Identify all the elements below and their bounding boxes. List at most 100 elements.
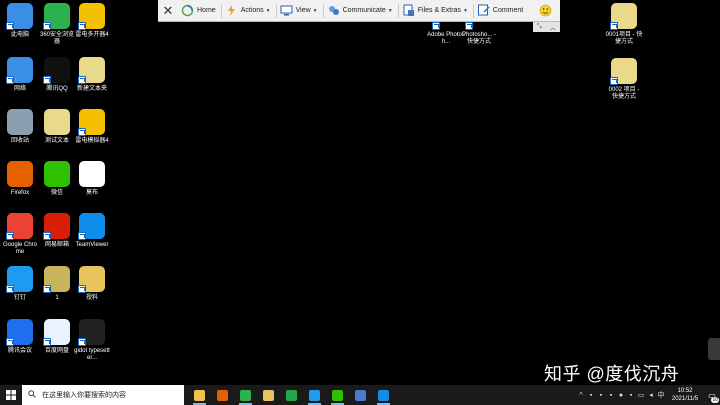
toolbar-view-menu[interactable]: View ▼ (277, 0, 323, 22)
firefox-icon (217, 389, 228, 401)
desktop-icon[interactable]: 钉钉 (1, 266, 39, 302)
tencent-meeting-icon (6, 319, 33, 346)
shortcut-arrow-icon (78, 76, 86, 84)
desktop-icon-label: 授料 (85, 295, 98, 301)
desktop-icon-label: 钉钉 (13, 295, 26, 301)
desktop-icon-label: 莫布 (85, 190, 98, 196)
chevron-up-icon[interactable]: ^ (576, 392, 586, 399)
desktop-icon[interactable]: 腾讯会议 (1, 319, 39, 355)
toolbar-files-extras-label: Files & Extras (417, 7, 461, 14)
gidot-typesetter-icon (78, 319, 105, 346)
desktop-icon[interactable]: 0001项目 - 快捷方式 (605, 3, 643, 46)
tray-app-icon[interactable]: ▪ (606, 392, 616, 399)
desktop-icon[interactable]: 回收站 (1, 109, 39, 145)
toolbar-collapse-tab[interactable]: ⤡ ︿ (533, 22, 560, 32)
tray-app-icon[interactable]: ▪ (586, 392, 596, 399)
desktop-icon[interactable]: 测试文本 (38, 109, 76, 145)
desktop-icon[interactable]: gidot typesetter... (73, 319, 111, 362)
windows-logo-icon (6, 390, 16, 400)
baidu-netdisk-icon (43, 319, 70, 346)
desktop-icon-label: 微信 (50, 190, 63, 196)
desktop-icon-label: 网易邮箱 (44, 242, 69, 248)
desktop-icon-label: 腾讯会议 (7, 348, 32, 354)
desktop-icon[interactable]: 新建文本夹 (73, 57, 111, 93)
notification-count: 10 (711, 397, 719, 403)
resize-icon[interactable]: ⤡ (537, 24, 542, 31)
start-button[interactable] (0, 385, 22, 405)
desktop-icon[interactable]: 腾讯QQ (38, 57, 76, 93)
shortcut-arrow-icon (43, 22, 51, 30)
toolbar-actions-menu[interactable]: Actions ▼ (222, 0, 276, 22)
desktop-icon-label: gidot typesetter... (74, 348, 110, 361)
desktop-icon-label: 0002 项目 - 快捷方式 (608, 87, 640, 100)
taskbar-app-button[interactable] (211, 385, 234, 405)
desktop-icon[interactable]: 360安全浏览器 (38, 3, 76, 46)
shortcut-arrow-icon (43, 76, 51, 84)
desktop-icon[interactable]: 授料 (73, 266, 111, 302)
side-panel-tab[interactable] (708, 338, 720, 360)
desktop-icon[interactable]: 雷电多开器4 (73, 3, 111, 39)
taskbar-app-button[interactable] (303, 385, 326, 405)
tray-app-icon[interactable]: ▪ (626, 392, 636, 399)
qq-icon (43, 57, 70, 84)
notification-center-button[interactable]: ▭ 10 (704, 385, 720, 405)
toolbar-communicate-label: Communicate (342, 7, 386, 14)
tray-app-icon[interactable]: ▪ (596, 392, 606, 399)
desktop-icon[interactable]: 0002 项目 - 快捷方式 (605, 58, 643, 101)
desktop-icon-label: TeamViewer (75, 242, 109, 248)
taskbar-search-box[interactable]: 在这里输入你要搜索的内容 (22, 385, 184, 405)
desktop-icon-label: 雷电多开器4 (75, 32, 109, 38)
desktop-icon-label: Photosho... - 快捷方式 (461, 32, 497, 45)
dingtalk-icon (309, 389, 320, 401)
desktop-icon[interactable]: TeamViewer (73, 213, 111, 249)
taskbar-app-button[interactable] (326, 385, 349, 405)
smiley-icon (539, 4, 552, 17)
toolbar-home-button[interactable]: Home (178, 0, 221, 22)
taskbar-app-button[interactable] (188, 385, 211, 405)
taskbar-clock[interactable]: 10:52 2021/11/5 (666, 387, 704, 403)
desktop-icon[interactable]: Firefox (1, 161, 39, 197)
input-method-icon[interactable]: 中 (656, 390, 666, 400)
desktop-icon[interactable]: 雷电模拟器4 (73, 109, 111, 145)
desktop-icon-label: 百度网盘 (44, 348, 69, 354)
desktop-icon[interactable]: 百度网盘 (38, 319, 76, 355)
shortcut-arrow-icon (78, 22, 86, 30)
volume-icon[interactable]: ◂ (646, 391, 656, 399)
mobu-icon (79, 161, 105, 187)
taskbar-app-button[interactable] (280, 385, 303, 405)
shortcut-arrow-icon (6, 22, 14, 30)
network-icon[interactable]: ▭ (636, 391, 646, 399)
text-file-icon (44, 109, 70, 135)
desktop-icon[interactable]: 1 (38, 266, 76, 302)
360-browser-icon (240, 389, 251, 401)
file-explorer-icon (194, 389, 205, 401)
desktop-icon-label: 网络 (13, 86, 26, 92)
desktop-icon[interactable]: Google Chrome (1, 213, 39, 256)
wechat-tray-icon[interactable]: ● (616, 392, 626, 399)
desktop-icon-label: 此电脑 (10, 32, 29, 38)
remote-control-toolbar: ✕ Home Actions ▼ View ▼ Communicate ▼ Fi… (158, 0, 560, 22)
desktop-icon[interactable]: 网易邮箱 (38, 213, 76, 249)
shortcut-arrow-icon (78, 285, 86, 293)
desktop-icon-label: Google Chrome (2, 242, 38, 255)
search-icon (28, 390, 36, 400)
taskbar-app-button[interactable] (372, 385, 395, 405)
taskbar-app-button[interactable] (257, 385, 280, 405)
shortcut-arrow-icon (6, 232, 14, 240)
desktop-icon[interactable]: 网络 (1, 57, 39, 93)
toolbar-comment-button[interactable]: Comment (474, 0, 528, 22)
taskbar-app-button[interactable] (234, 385, 257, 405)
taskbar-app-button[interactable] (349, 385, 372, 405)
toolbar-smiley-button[interactable] (536, 0, 560, 22)
desktop-icon[interactable]: 此电脑 (1, 3, 39, 39)
desktop-icon-label: 1 (55, 295, 59, 301)
toolbar-communicate-menu[interactable]: Communicate ▼ (324, 0, 398, 22)
desktop-icon[interactable]: 微信 (38, 161, 76, 197)
view-icon (280, 4, 293, 17)
chevron-up-icon[interactable]: ︿ (550, 23, 556, 32)
file-shortcut-icon (610, 3, 637, 30)
firefox-icon (7, 161, 33, 187)
desktop-icon[interactable]: 莫布 (73, 161, 111, 197)
toolbar-files-extras-menu[interactable]: Files & Extras ▼ (399, 0, 473, 22)
toolbar-close-button[interactable]: ✕ (158, 3, 178, 19)
